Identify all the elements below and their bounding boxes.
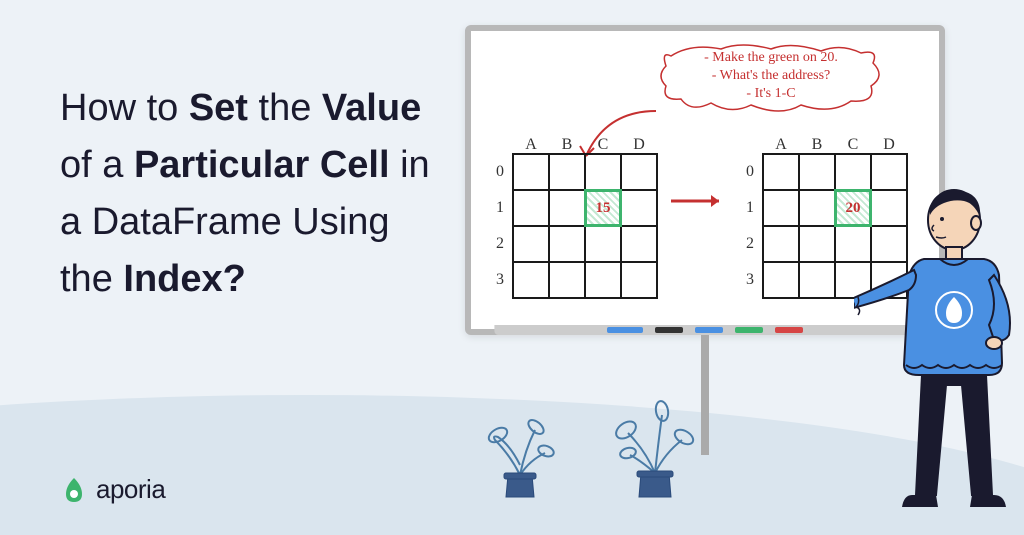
grid-cell bbox=[762, 261, 800, 299]
brand-logo: aporia bbox=[60, 474, 165, 505]
col-header: B bbox=[799, 136, 835, 154]
row-header: 0 bbox=[491, 154, 509, 190]
grid-cell bbox=[798, 261, 836, 299]
grid-cell bbox=[798, 189, 836, 227]
row-header: 2 bbox=[741, 226, 759, 262]
grid-cell: 15 bbox=[584, 189, 622, 227]
grid-cell bbox=[620, 225, 658, 263]
grid-cell bbox=[620, 189, 658, 227]
dataframe-grid-before: A B C D 0 1 2 3 15 bbox=[491, 136, 657, 298]
speech-bubble: - Make the green on 20. - What's the add… bbox=[651, 41, 891, 111]
grid-cell bbox=[548, 189, 586, 227]
col-header: D bbox=[621, 136, 657, 154]
brand-name: aporia bbox=[96, 474, 165, 505]
col-header: C bbox=[585, 136, 621, 154]
grid-cell bbox=[762, 225, 800, 263]
grid-cell bbox=[798, 153, 836, 191]
grid-cell bbox=[762, 189, 800, 227]
col-header: A bbox=[513, 136, 549, 154]
row-header: 3 bbox=[741, 262, 759, 298]
plant-icon bbox=[480, 405, 560, 505]
cell-value: 15 bbox=[587, 192, 619, 224]
row-header: 0 bbox=[741, 154, 759, 190]
grid-cell bbox=[548, 261, 586, 299]
plant-icon bbox=[610, 395, 700, 505]
page-title: How to Set the Value of a Particular Cel… bbox=[60, 50, 440, 505]
grid-cell bbox=[798, 225, 836, 263]
grid-cell bbox=[512, 261, 550, 299]
col-header: C bbox=[835, 136, 871, 154]
grid-cell bbox=[620, 153, 658, 191]
grid-cell: 20 bbox=[834, 189, 872, 227]
grid-cell bbox=[548, 225, 586, 263]
presenter-person-icon bbox=[854, 175, 1014, 515]
row-header: 1 bbox=[491, 190, 509, 226]
col-header: B bbox=[549, 136, 585, 154]
grid-cell bbox=[548, 153, 586, 191]
col-header: D bbox=[871, 136, 907, 154]
grid-cell bbox=[762, 153, 800, 191]
grid-cell bbox=[584, 261, 622, 299]
row-header: 1 bbox=[741, 190, 759, 226]
grid-cell bbox=[584, 153, 622, 191]
aporia-logo-icon bbox=[60, 476, 88, 504]
grid-cell bbox=[584, 225, 622, 263]
cell-value: 20 bbox=[837, 192, 869, 224]
grid-cell bbox=[620, 261, 658, 299]
row-header: 3 bbox=[491, 262, 509, 298]
grid-cell bbox=[512, 225, 550, 263]
grid-cell bbox=[512, 153, 550, 191]
grid-cell bbox=[512, 189, 550, 227]
row-header: 2 bbox=[491, 226, 509, 262]
transform-arrow-icon bbox=[671, 191, 731, 211]
whiteboard-markers bbox=[607, 327, 803, 333]
col-header: A bbox=[763, 136, 799, 154]
whiteboard-stand bbox=[701, 335, 709, 455]
